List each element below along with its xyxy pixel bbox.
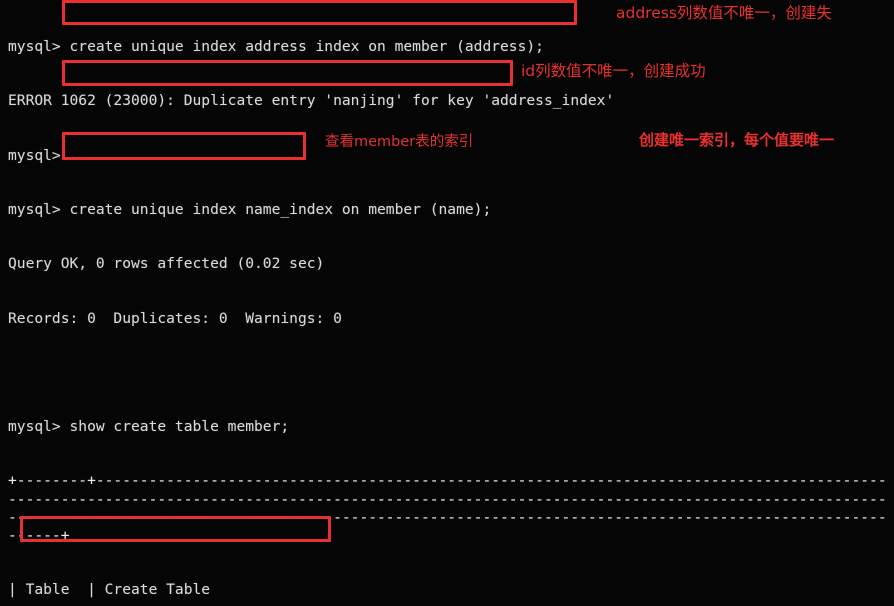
annotation-name-index-created: id列数值不唯一，创建成功: [521, 62, 706, 80]
annotation-view-member-index: 查看member表的索引: [325, 134, 474, 150]
terminal-line: Query OK, 0 rows affected (0.02 sec): [8, 255, 325, 273]
terminal-line: | Table | Create Table: [8, 581, 211, 599]
terminal-line: ERROR 1062 (23000): Duplicate entry 'nan…: [8, 92, 615, 110]
annotation-address-not-unique: address列数值不唯一，创建失: [616, 4, 832, 22]
terminal-line: Records: 0 Duplicates: 0 Warnings: 0: [8, 309, 342, 327]
terminal-window: mysql> create unique index address index…: [0, 0, 894, 606]
terminal-line: mysql> create unique index address index…: [8, 38, 544, 56]
terminal-line: mysql> show create table member;: [8, 418, 290, 436]
terminal-output[interactable]: mysql> create unique index address index…: [0, 0, 894, 606]
terminal-line: mysql> create unique index name_index on…: [8, 201, 492, 219]
annotation-unique-index-rule: 创建唯一索引，每个值要唯一: [639, 131, 835, 149]
terminal-separator-line: +--------+------------------------------…: [8, 472, 887, 544]
